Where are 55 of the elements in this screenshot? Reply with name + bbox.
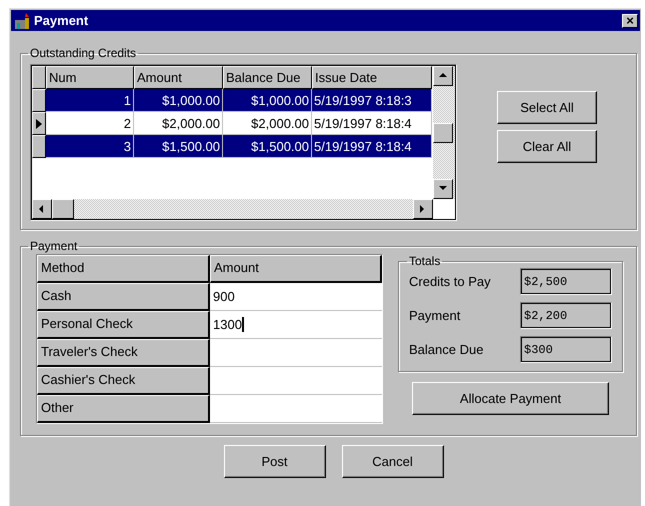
grid-button[interactable]: Select All (497, 90, 597, 124)
table-cell: 1 (46, 89, 134, 112)
field-label: Balance Due (409, 342, 484, 357)
table-cell: 5/19/1997 8:18:4 (312, 135, 432, 158)
window-title: Payment (34, 13, 90, 28)
scroll-right-button[interactable] (413, 199, 433, 219)
group-label: Totals (408, 254, 442, 268)
column-header[interactable]: Method (37, 255, 210, 283)
table-cell: $2,000.00 (134, 112, 223, 135)
row-header[interactable] (32, 112, 46, 135)
dialog-button[interactable]: Post (224, 445, 326, 478)
amount-cell[interactable]: 1300 (210, 311, 382, 339)
total-field: $2,500 (520, 268, 612, 295)
scroll-thumb[interactable] (433, 122, 453, 142)
method-cell: Personal Check (37, 311, 210, 339)
table-cell: 2 (46, 112, 134, 135)
method-cell: Cashier's Check (37, 367, 210, 395)
column-header[interactable]: Amount (134, 66, 223, 89)
scroll-up-button[interactable] (433, 66, 453, 86)
scroll-down-button[interactable] (433, 179, 453, 199)
table-cell: 5/19/1997 8:18:3 (312, 89, 432, 112)
column-header[interactable]: Issue Date (312, 66, 432, 89)
left-arrow-icon (38, 205, 46, 213)
total-field: $300 (520, 336, 612, 363)
group-label: Payment (29, 239, 78, 253)
column-header[interactable]: Balance Due (223, 66, 312, 89)
method-cell: Other (37, 395, 210, 423)
right-arrow-icon (419, 205, 427, 213)
dialog-button[interactable]: Cancel (342, 445, 444, 478)
scroll-thumb[interactable] (52, 199, 74, 219)
field-label: Payment (409, 308, 460, 323)
table-cell: $2,000.00 (223, 112, 312, 135)
field-label: Credits to Pay (409, 274, 491, 289)
grid-button[interactable]: Clear All (497, 130, 597, 162)
scroll-left-button[interactable] (32, 199, 52, 219)
method-cell: Cash (37, 283, 210, 311)
table-cell: $1,000.00 (223, 89, 312, 112)
building-icon (13, 12, 31, 28)
table-cell: $1,500.00 (134, 135, 223, 158)
amount-cell[interactable]: 900 (210, 283, 382, 311)
column-header[interactable]: Num (46, 66, 134, 89)
up-arrow-icon (439, 72, 447, 80)
down-arrow-icon (439, 185, 447, 193)
row-header[interactable] (32, 89, 46, 112)
group-label: Outstanding Credits (29, 46, 138, 60)
table-cell: $1,000.00 (134, 89, 223, 112)
table-cell: $1,500.00 (223, 135, 312, 158)
row-header[interactable] (32, 135, 46, 158)
allocate-payment-button[interactable]: Allocate Payment (412, 382, 609, 415)
total-field: $2,200 (520, 302, 612, 329)
method-cell: Traveler's Check (37, 339, 210, 367)
column-header[interactable]: Amount (210, 255, 382, 283)
close-button[interactable]: × (622, 14, 638, 28)
table-cell: 5/19/1997 8:18:4 (312, 112, 432, 135)
table-cell: 3 (46, 135, 134, 158)
